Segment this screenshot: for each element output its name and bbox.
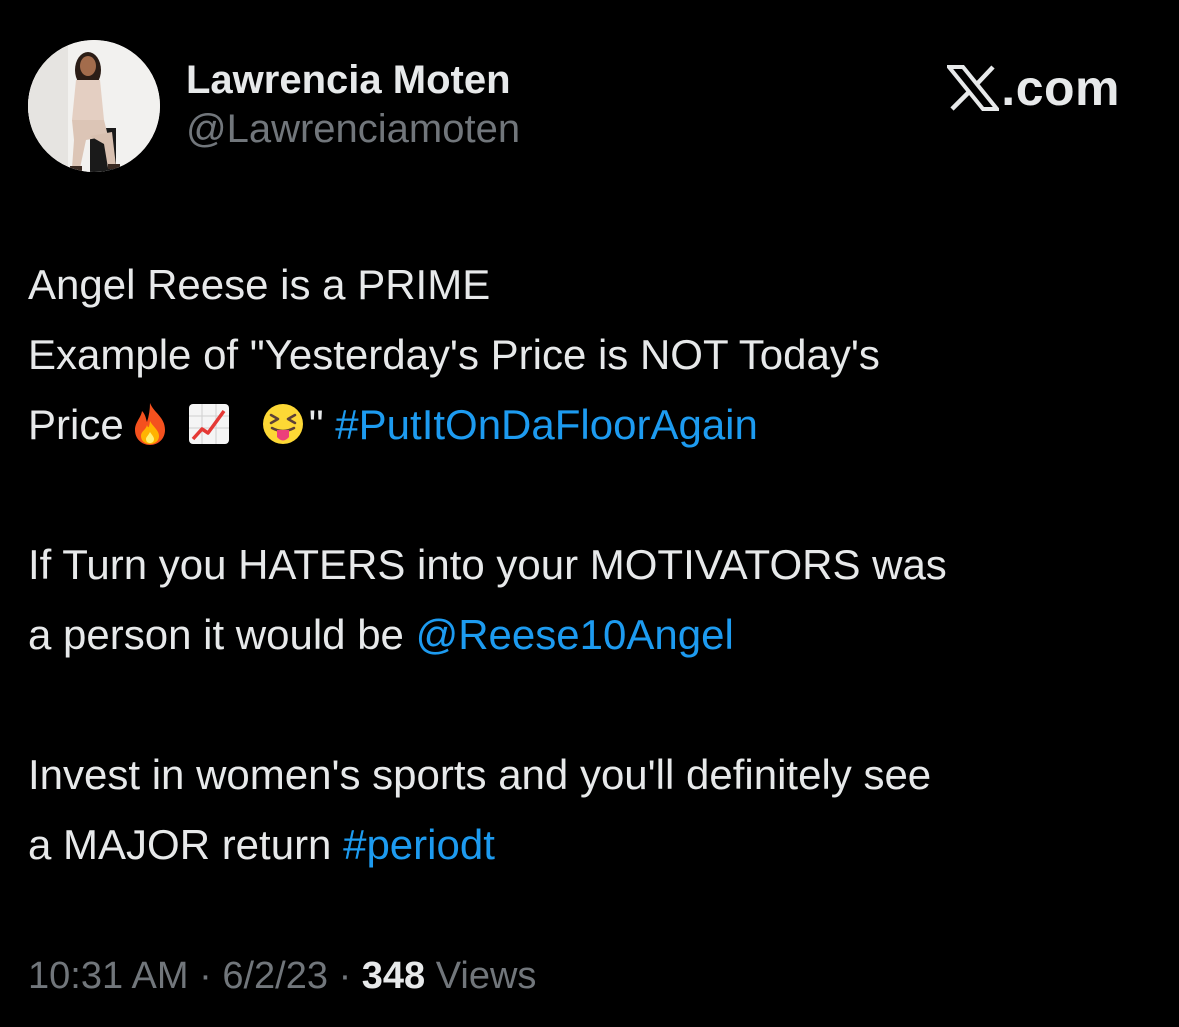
tweet-line: Invest in women's sports and you'll defi… — [28, 751, 932, 798]
fire-emoji-icon — [134, 403, 165, 445]
author-display-name[interactable]: Lawrencia Moten — [186, 58, 520, 102]
tweet-paragraph-1: Angel Reese is a PRIME Example of "Yeste… — [28, 250, 1158, 460]
tweet-line: Price " #PutItOnDaFloorAgain — [28, 390, 1158, 460]
hashtag-link[interactable]: #PutItOnDaFloorAgain — [335, 401, 758, 448]
mention-link[interactable]: @Reese10Angel — [416, 611, 734, 658]
views-count: 348 — [361, 955, 426, 997]
tweet-card: Lawrencia Moten @Lawrenciamoten .com Ang… — [0, 0, 1179, 1027]
tweet-metadata: 10:31 AM · 6/2/23 · 348 Views — [28, 948, 536, 1004]
x-com-label: .com — [1001, 60, 1120, 116]
author-handle[interactable]: @Lawrenciamoten — [186, 104, 520, 154]
tweet-line: Angel Reese is a PRIME — [28, 261, 491, 308]
x-com-watermark: .com — [947, 58, 1120, 118]
tweet-time[interactable]: 10:31 AM — [28, 955, 189, 997]
hashtag-link[interactable]: #periodt — [343, 821, 495, 868]
tweet-header: Lawrencia Moten @Lawrenciamoten .com — [28, 40, 1148, 180]
tweet-line: If Turn you HATERS into your MOTIVATORS … — [28, 541, 947, 588]
tweet-line: Example of "Yesterday's Price is NOT Tod… — [28, 331, 880, 378]
separator-dot: · — [199, 955, 212, 997]
x-logo-icon — [947, 65, 1000, 111]
tweet-text-fragment: " — [308, 401, 324, 448]
tweet-line: a MAJOR return #periodt — [28, 810, 1158, 880]
tweet-text-fragment: a person it would be — [28, 611, 404, 658]
tweet-paragraph-2: If Turn you HATERS into your MOTIVATORS … — [28, 530, 1158, 670]
author-names: Lawrencia Moten @Lawrenciamoten — [186, 58, 520, 154]
avatar[interactable] — [28, 40, 160, 172]
tweet-line: a person it would be @Reese10Angel — [28, 600, 1158, 670]
tweet-text-fragment: a MAJOR return — [28, 821, 332, 868]
separator-dot: · — [338, 955, 352, 997]
squinting-face-with-tongue-emoji-icon — [262, 404, 303, 444]
views-label: Views — [435, 955, 537, 997]
chart-increasing-emoji-icon — [188, 404, 229, 444]
tweet-date[interactable]: 6/2/23 — [222, 955, 328, 997]
tweet-text: Angel Reese is a PRIME Example of "Yeste… — [28, 250, 1158, 880]
tweet-paragraph-3: Invest in women's sports and you'll defi… — [28, 740, 1158, 880]
tweet-text-fragment: Price — [28, 401, 124, 448]
